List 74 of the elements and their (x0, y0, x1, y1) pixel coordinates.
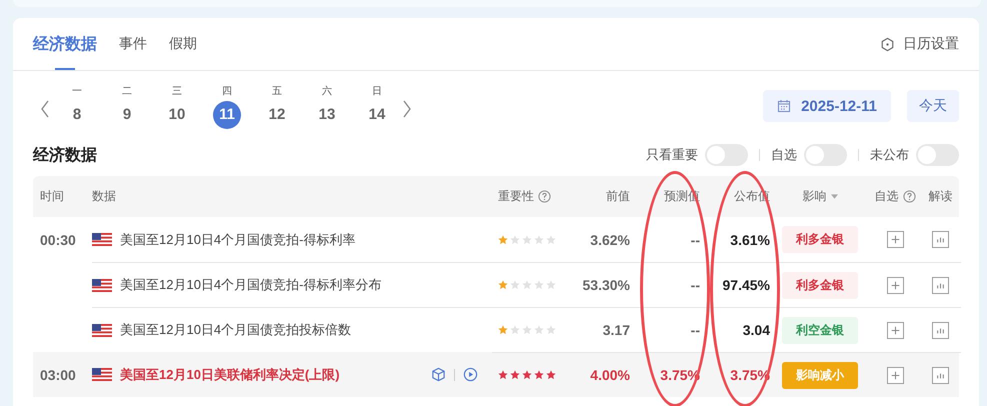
indicator-name[interactable]: 美国至12月10日4个月国债竞拍-得标利率分布 (120, 276, 382, 294)
tab[interactable]: 事件 (119, 18, 147, 70)
previous-value: 3.62% (590, 232, 630, 248)
indicator-name[interactable]: 美国至12月10日美联储利率决定(上限) (120, 366, 340, 384)
chart-icon[interactable] (932, 322, 949, 338)
add-icon[interactable] (886, 322, 904, 338)
flag-icon (92, 233, 112, 246)
filter-label: 未公布 (870, 146, 909, 164)
forecast-value: -- (690, 322, 700, 338)
day-picker-item[interactable]: 二 9 (102, 84, 152, 128)
indicator-name[interactable]: 美国至12月10日4个月国债竞拍投标倍数 (120, 321, 352, 339)
calendar-icon (777, 99, 792, 113)
add-icon[interactable] (886, 366, 904, 384)
flag-icon (92, 324, 112, 336)
day-picker-item[interactable]: 四 11 (202, 84, 252, 128)
date-picker-button[interactable]: 2025-12-11 (763, 90, 891, 122)
actual-value: 97.45% (722, 277, 770, 293)
previous-value: 4.00% (590, 367, 630, 383)
day-picker-item[interactable]: 一 8 (52, 84, 102, 128)
forecast-value: -- (690, 277, 700, 293)
column-header: 前值 (606, 188, 630, 205)
day-picker-item[interactable]: 日 14 (352, 84, 402, 128)
weekday-label: 日 (372, 84, 382, 98)
impact-tag: 利多金银 (782, 272, 858, 298)
day-number: 12 (268, 104, 286, 124)
day-picker-item[interactable]: 三 10 (152, 84, 202, 128)
tab[interactable]: 假期 (169, 18, 197, 70)
column-header: 解读 (928, 188, 952, 205)
day-number: 11 (213, 100, 241, 128)
filter-label: 自选 (771, 146, 797, 164)
column-header: 重要性 (498, 188, 534, 205)
day-picker-item[interactable]: 六 13 (302, 84, 352, 128)
settings-link[interactable]: 日历设置 (880, 35, 959, 53)
day-picker-item[interactable]: 五 12 (252, 84, 302, 128)
impact-tag: 影响减小 (782, 362, 858, 388)
tab[interactable]: 经济数据 (33, 18, 97, 70)
forecast-value: -- (690, 232, 700, 248)
weekday-label: 六 (322, 84, 332, 98)
actual-value: 3.04 (742, 322, 770, 338)
impact-tag: 利多金银 (782, 226, 858, 253)
day-number: 13 (318, 104, 336, 124)
play-icon[interactable] (463, 367, 478, 382)
chart-icon[interactable] (932, 231, 949, 248)
add-icon[interactable] (886, 231, 904, 248)
time-cell: 00:30 (40, 232, 76, 248)
flag-icon (92, 368, 112, 381)
impact-tag: 利空金银 (782, 316, 858, 344)
section-title: 经济数据 (33, 145, 97, 166)
column-header: 数据 (92, 188, 116, 205)
previous-value: 3.17 (602, 322, 630, 338)
weekday-label: 二 (122, 84, 132, 98)
weekday-label: 四 (222, 84, 232, 98)
weekday-label: 五 (272, 84, 282, 98)
settings-icon (880, 36, 895, 52)
day-number: 10 (168, 104, 186, 124)
column-header: 自选 (874, 188, 898, 205)
weekday-label: 三 (172, 84, 182, 98)
day-number: 9 (122, 104, 132, 124)
day-number: 8 (72, 104, 82, 124)
time-cell: 03:00 (40, 366, 76, 382)
day-number: 14 (368, 104, 386, 124)
flag-icon (92, 278, 112, 292)
weekday-label: 一 (72, 84, 82, 98)
cube-icon[interactable] (431, 367, 446, 382)
filter-label: 只看重要 (646, 146, 698, 164)
column-header: 影响 (802, 188, 826, 205)
chart-icon[interactable] (932, 276, 949, 294)
today-button[interactable]: 今天 (907, 90, 959, 122)
actual-value: 3.61% (730, 232, 770, 248)
chart-icon[interactable] (932, 366, 949, 384)
column-header: 时间 (40, 188, 64, 205)
add-icon[interactable] (886, 276, 904, 294)
previous-value: 53.30% (582, 277, 630, 293)
indicator-name[interactable]: 美国至12月10日4个月国债竞拍-得标利率 (120, 230, 356, 248)
